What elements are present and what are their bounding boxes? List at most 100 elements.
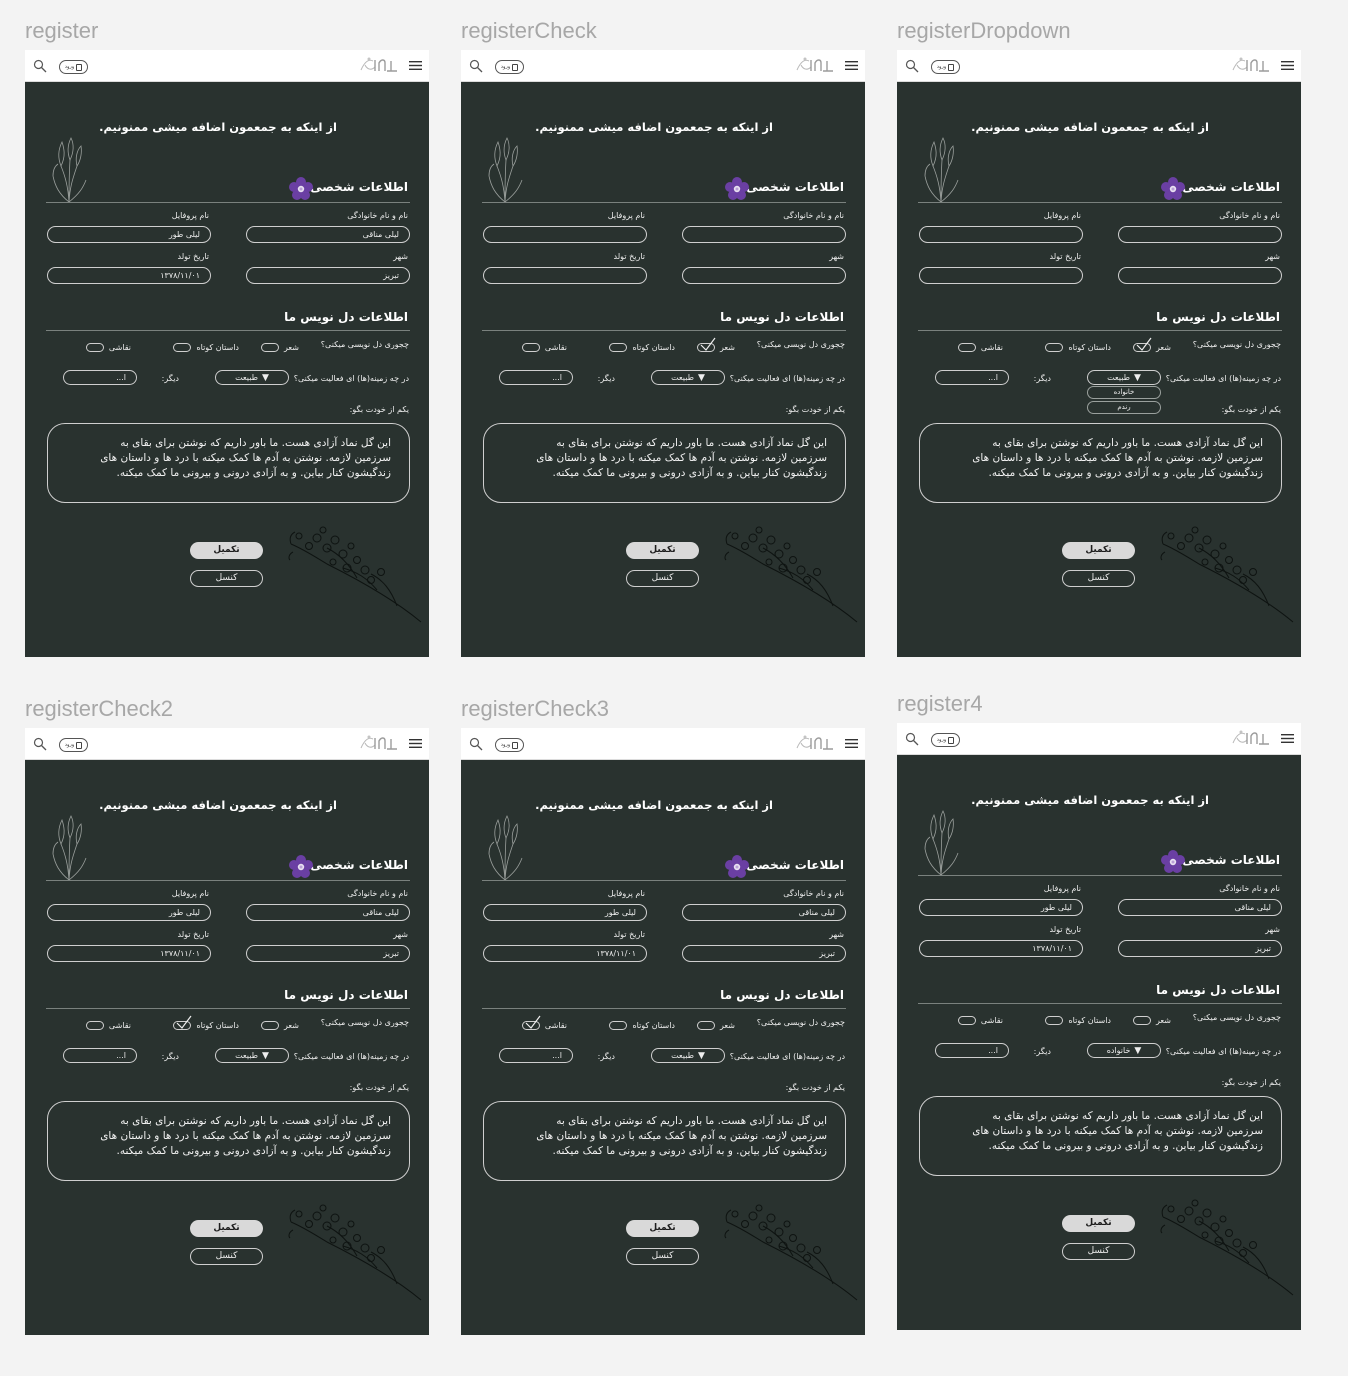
checkbox-box[interactable]	[1133, 1015, 1152, 1025]
poem-checkbox[interactable]: شعر	[261, 340, 299, 354]
activity-dropdown[interactable]: ▼ طبیعت	[215, 1048, 289, 1063]
activity-dropdown[interactable]: ▼ خانواده	[1087, 1043, 1161, 1058]
short-story-checkbox[interactable]: داستان کوتاه	[1045, 1013, 1111, 1027]
logo-icon[interactable]	[793, 55, 835, 77]
activity-dropdown[interactable]: ▼ طبیعت	[651, 1048, 725, 1063]
logo-icon[interactable]	[357, 55, 399, 77]
checkbox-box[interactable]	[957, 342, 976, 352]
cancel-button[interactable]: کنسل	[190, 1248, 263, 1265]
menu-icon[interactable]	[1281, 60, 1294, 71]
city-input[interactable]	[1118, 267, 1282, 284]
other-input[interactable]: ا...	[935, 370, 1009, 385]
checkbox-box[interactable]	[697, 1020, 716, 1030]
menu-icon[interactable]	[845, 738, 858, 749]
short-story-checkbox[interactable]: داستان کوتاه	[1045, 340, 1111, 354]
about-me-textarea[interactable]: این گل نماد آزادی هست. ما باور داریم که …	[483, 423, 846, 503]
menu-icon[interactable]	[409, 738, 422, 749]
checkbox-box[interactable]	[521, 342, 540, 352]
activity-dropdown[interactable]: ▼ طبیعت	[1087, 370, 1161, 385]
activity-dropdown[interactable]: ▼ طبیعت	[651, 370, 725, 385]
logo-icon[interactable]	[357, 733, 399, 755]
cancel-button[interactable]: کنسل	[626, 570, 699, 587]
logo-icon[interactable]	[1229, 55, 1271, 77]
about-me-textarea[interactable]: این گل نماد آزادی هست. ما باور داریم که …	[919, 1096, 1282, 1176]
login-button[interactable]: ورود	[59, 738, 88, 752]
birthdate-input[interactable]	[919, 267, 1083, 284]
complete-button[interactable]: تکمیل	[1062, 542, 1135, 559]
activity-dropdown[interactable]: ▼ طبیعت	[215, 370, 289, 385]
profile-name-input[interactable]	[483, 226, 647, 243]
other-input[interactable]: ا...	[63, 370, 137, 385]
checkbox-box[interactable]	[85, 342, 104, 352]
painting-checkbox[interactable]: نقاشی	[521, 1015, 567, 1032]
menu-icon[interactable]	[409, 60, 422, 71]
login-button[interactable]: ورود	[495, 738, 524, 752]
search-icon[interactable]	[33, 59, 47, 73]
checkbox-box[interactable]	[957, 1015, 976, 1025]
profile-name-input[interactable]: لیلی طور	[483, 904, 647, 921]
poem-checkbox[interactable]: شعر	[1133, 1013, 1171, 1027]
logo-icon[interactable]	[1229, 728, 1271, 750]
complete-button[interactable]: تکمیل	[626, 542, 699, 559]
short-story-checkbox[interactable]: داستان کوتاه	[609, 340, 675, 354]
complete-button[interactable]: تکمیل	[626, 1220, 699, 1237]
checkbox-box[interactable]	[1045, 342, 1064, 352]
painting-checkbox[interactable]: نقاشی	[957, 340, 1003, 354]
about-me-textarea[interactable]: این گل نماد آزادی هست. ما باور داریم که …	[47, 1101, 410, 1181]
checkbox-box[interactable]	[261, 1020, 280, 1030]
other-input[interactable]: ا...	[935, 1043, 1009, 1058]
poem-checkbox[interactable]: شعر	[261, 1018, 299, 1032]
cancel-button[interactable]: کنسل	[190, 570, 263, 587]
cancel-button[interactable]: کنسل	[626, 1248, 699, 1265]
birthdate-input[interactable]: ۱۳۷۸/۱۱/۰۱	[47, 945, 211, 962]
fullname-input[interactable]	[1118, 226, 1282, 243]
login-button[interactable]: ورود	[931, 60, 960, 74]
checkbox-box[interactable]	[173, 342, 192, 352]
menu-icon[interactable]	[845, 60, 858, 71]
fullname-input[interactable]: لیلی مناقی	[1118, 899, 1282, 916]
other-input[interactable]: ا...	[499, 1048, 573, 1063]
poem-checkbox[interactable]: شعر	[697, 337, 735, 354]
other-input[interactable]: ا...	[499, 370, 573, 385]
complete-button[interactable]: تکمیل	[190, 1220, 263, 1237]
complete-button[interactable]: تکمیل	[190, 542, 263, 559]
checkbox-box[interactable]	[85, 1020, 104, 1030]
fullname-input[interactable]: لیلی مناقی	[246, 904, 410, 921]
login-button[interactable]: ورود	[495, 60, 524, 74]
city-input[interactable]: تبریز	[246, 267, 410, 284]
checkbox-box[interactable]	[261, 342, 280, 352]
search-icon[interactable]	[469, 737, 483, 751]
other-input[interactable]: ا...	[63, 1048, 137, 1063]
search-icon[interactable]	[905, 59, 919, 73]
fullname-input[interactable]	[682, 226, 846, 243]
birthdate-input[interactable]: ۱۳۷۸/۱۱/۰۱	[919, 940, 1083, 957]
checkbox-box[interactable]	[609, 1020, 628, 1030]
profile-name-input[interactable]: لیلی طور	[47, 904, 211, 921]
city-input[interactable]: تبریز	[246, 945, 410, 962]
birthdate-input[interactable]: ۱۳۷۸/۱۱/۰۱	[47, 267, 211, 284]
poem-checkbox[interactable]: شعر	[1133, 337, 1171, 354]
painting-checkbox[interactable]: نقاشی	[521, 340, 567, 354]
painting-checkbox[interactable]: نقاشی	[85, 340, 131, 354]
painting-checkbox[interactable]: نقاشی	[85, 1018, 131, 1032]
city-input[interactable]: تبریز	[1118, 940, 1282, 957]
short-story-checkbox[interactable]: داستان کوتاه	[609, 1018, 675, 1032]
checkbox-box[interactable]	[173, 1015, 192, 1030]
menu-icon[interactable]	[1281, 733, 1294, 744]
cancel-button[interactable]: کنسل	[1062, 1243, 1135, 1260]
poem-checkbox[interactable]: شعر	[697, 1018, 735, 1032]
checkbox-box[interactable]	[1045, 1015, 1064, 1025]
profile-name-input[interactable]	[919, 226, 1083, 243]
birthdate-input[interactable]: ۱۳۷۸/۱۱/۰۱	[483, 945, 647, 962]
checkbox-box[interactable]	[521, 1015, 541, 1030]
profile-name-input[interactable]: لیلی طور	[919, 899, 1083, 916]
search-icon[interactable]	[33, 737, 47, 751]
about-me-textarea[interactable]: این گل نماد آزادی هست. ما باور داریم که …	[483, 1101, 846, 1181]
checkbox-box[interactable]	[1133, 337, 1152, 352]
about-me-textarea[interactable]: این گل نماد آزادی هست. ما باور داریم که …	[47, 423, 410, 503]
cancel-button[interactable]: کنسل	[1062, 570, 1135, 587]
search-icon[interactable]	[469, 59, 483, 73]
login-button[interactable]: ورود	[59, 60, 88, 74]
checkbox-box[interactable]	[697, 337, 716, 352]
profile-name-input[interactable]: لیلی طور	[47, 226, 211, 243]
